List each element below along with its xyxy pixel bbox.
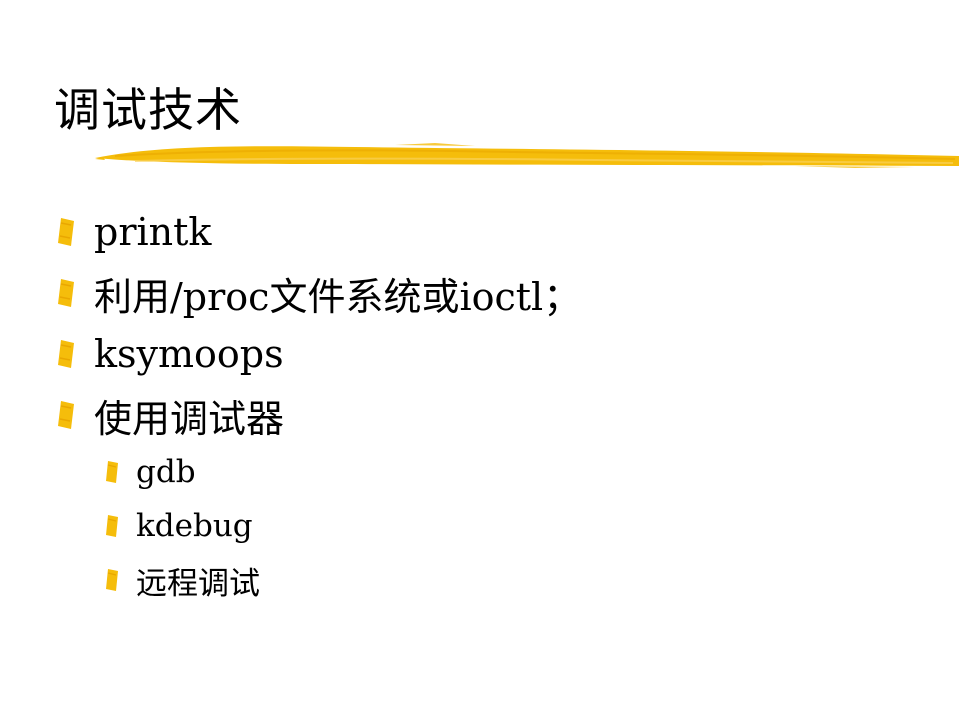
bullet-text: 使用调试器 xyxy=(94,396,285,441)
sub-bullet-item: gdb xyxy=(106,452,196,492)
bullet-text: printk xyxy=(94,210,212,254)
sub-bullet-marker-icon xyxy=(106,569,118,591)
sub-bullet-marker-icon xyxy=(106,515,118,537)
sub-bullet-item: 远程调试 xyxy=(106,560,260,602)
sub-bullet-text: gdb xyxy=(136,454,196,490)
bullet-marker-icon xyxy=(58,340,74,368)
bullet-item: 利用/proc文件系统或ioctl； xyxy=(58,268,582,319)
bullet-marker-icon xyxy=(58,279,74,307)
sub-bullet-text: 远程调试 xyxy=(136,565,260,602)
sub-bullet-marker-icon xyxy=(106,461,118,483)
bullet-list: printk 利用/proc文件系统或ioctl； ksymoops 使用调试器… xyxy=(0,0,959,719)
sub-bullet-text: kdebug xyxy=(136,508,253,544)
bullet-text: 利用/proc文件系统或ioctl； xyxy=(94,274,582,319)
bullet-item: printk xyxy=(58,207,211,257)
bullet-item: 使用调试器 xyxy=(58,390,285,441)
bullet-marker-icon xyxy=(58,218,74,246)
slide: 调试技术 printk 利用/proc文件系统或ioctl； ksymoops … xyxy=(0,0,959,719)
sub-bullet-item: kdebug xyxy=(106,506,253,546)
bullet-marker-icon xyxy=(58,401,74,429)
bullet-text: ksymoops xyxy=(94,332,284,376)
bullet-item: ksymoops xyxy=(58,329,284,379)
